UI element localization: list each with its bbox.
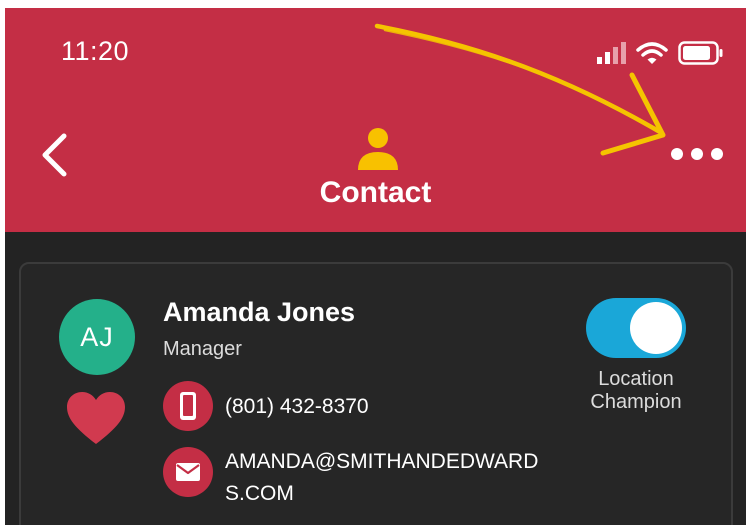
phone-button[interactable] <box>163 381 213 431</box>
avatar-initials: AJ <box>80 321 114 352</box>
more-horizontal-icon <box>671 148 723 160</box>
heart-icon[interactable] <box>65 390 127 446</box>
contact-role: Manager <box>163 338 242 360</box>
contact-name: Amanda Jones <box>163 297 356 327</box>
toggle-knob <box>630 302 682 354</box>
envelope-icon <box>176 463 200 481</box>
back-button[interactable] <box>33 130 77 180</box>
status-icons <box>596 41 724 65</box>
wifi-icon <box>636 42 668 64</box>
battery-icon <box>678 41 723 65</box>
avatar: AJ <box>59 299 135 375</box>
status-time: 11:20 <box>61 36 130 66</box>
email-button[interactable] <box>163 447 213 497</box>
contact-screen: 11:20 Contact AJ Amanda Jones Manager (8… <box>5 8 746 525</box>
cellular-signal-icon <box>597 42 626 64</box>
location-champion-toggle[interactable] <box>586 298 686 358</box>
location-champion-label: Location Champion <box>590 368 682 413</box>
page-title: Contact <box>319 176 432 209</box>
header-bar: 11:20 Contact <box>5 8 746 232</box>
email-address[interactable]: AMANDA@SMITHANDEDWARDS.COM <box>225 446 555 510</box>
mobile-phone-icon <box>180 392 196 420</box>
phone-number[interactable]: (801) 432-8370 <box>225 395 369 419</box>
contact-card: AJ Amanda Jones Manager (801) 432-8370 A… <box>19 262 733 525</box>
person-icon <box>358 128 398 170</box>
chevron-left-icon <box>42 133 67 177</box>
more-options-button[interactable] <box>666 136 728 172</box>
